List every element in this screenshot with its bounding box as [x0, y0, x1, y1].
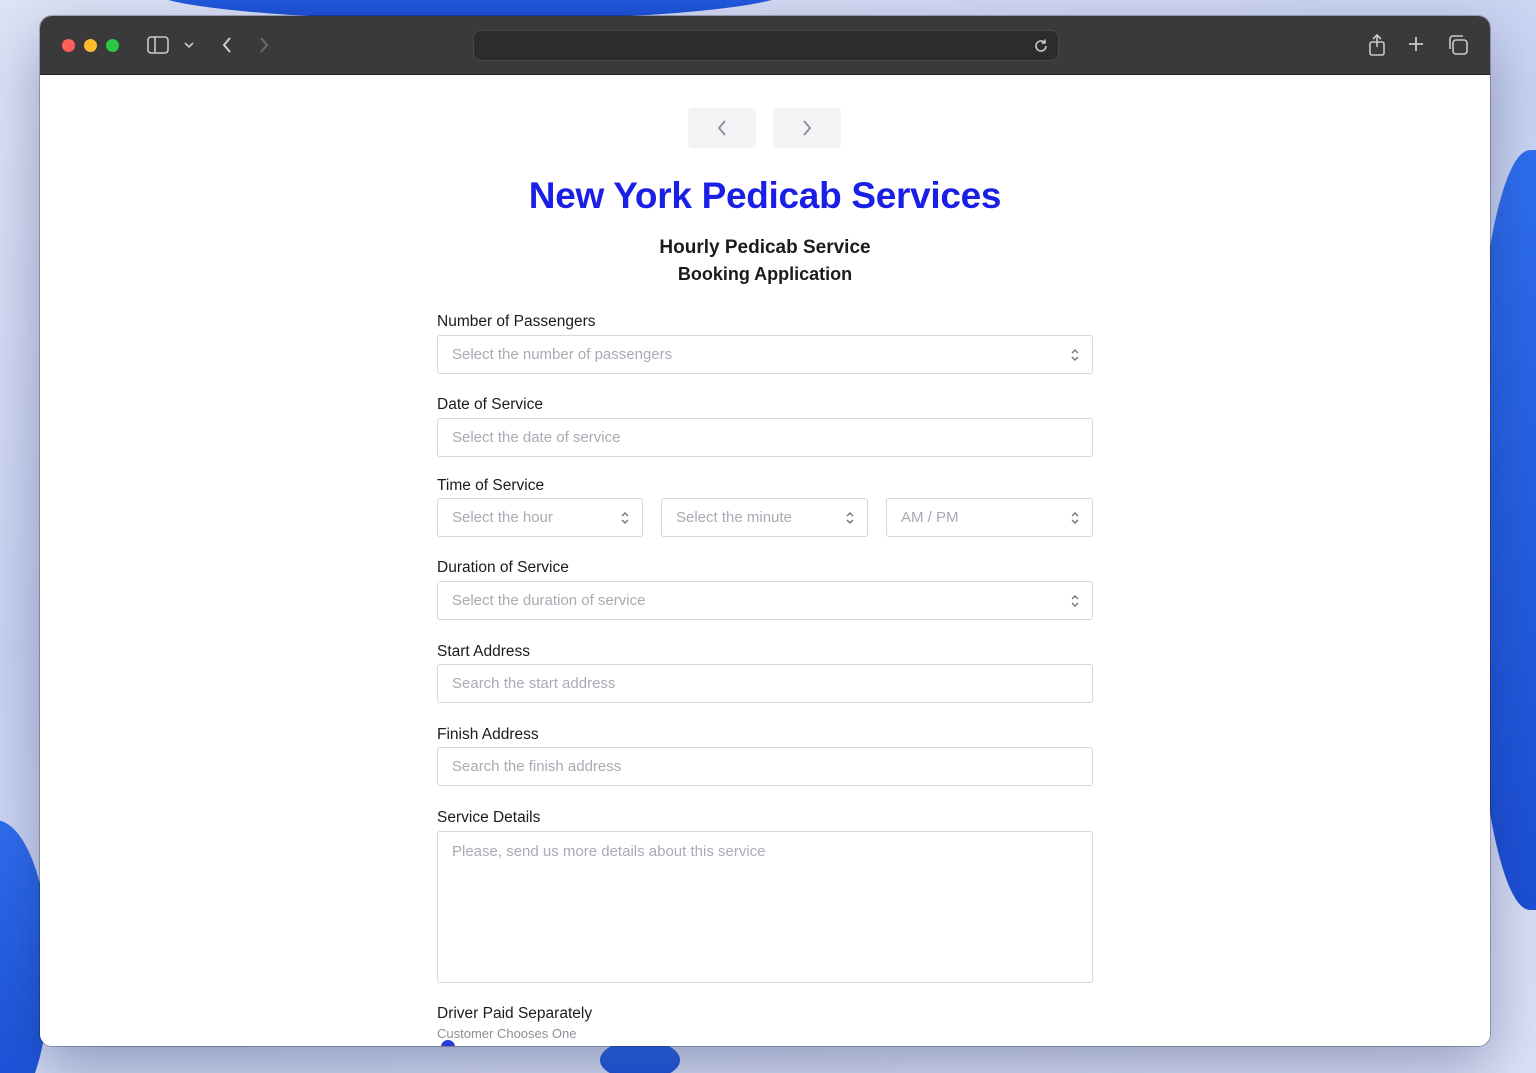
finish-address-placeholder: Search the finish address: [452, 758, 622, 775]
select-chevrons-icon: [1071, 348, 1079, 361]
select-chevrons-icon: [1071, 594, 1079, 607]
date-input[interactable]: Select the date of service: [437, 418, 1093, 457]
ampm-placeholder: AM / PM: [901, 509, 959, 526]
share-icon[interactable]: [1366, 32, 1388, 58]
page-content: New York Pedicab Services Hourly Pedicab…: [40, 75, 1490, 1046]
forward-icon[interactable]: [254, 35, 274, 55]
hour-select[interactable]: Select the hour: [437, 498, 643, 537]
duration-placeholder: Select the duration of service: [452, 592, 646, 609]
page-title: New York Pedicab Services: [528, 175, 1002, 216]
start-address-placeholder: Search the start address: [452, 675, 616, 692]
passengers-label: Number of Passengers: [437, 313, 596, 330]
driver-paid-label: Driver Paid Separately: [437, 1005, 593, 1022]
back-icon[interactable]: [217, 35, 237, 55]
finish-address-label: Finish Address: [437, 726, 539, 743]
prev-page-button[interactable]: [688, 108, 756, 148]
minute-placeholder: Select the minute: [676, 509, 792, 526]
start-address-input[interactable]: Search the start address: [437, 664, 1093, 703]
duration-label: Duration of Service: [437, 559, 569, 576]
start-address-label: Start Address: [437, 643, 531, 660]
plus-icon[interactable]: [1406, 34, 1426, 54]
ampm-select[interactable]: AM / PM: [886, 498, 1093, 537]
date-label: Date of Service: [437, 396, 543, 413]
time-label: Time of Service: [437, 477, 545, 494]
address-bar[interactable]: [473, 30, 1059, 61]
chevron-right-icon: [803, 120, 812, 136]
next-page-button[interactable]: [773, 108, 841, 148]
driver-paid-hint: Customer Chooses One: [437, 1026, 577, 1041]
zoom-window-button[interactable]: [106, 39, 119, 52]
page-subtitle-2: Booking Application: [677, 264, 853, 284]
passengers-select[interactable]: Select the number of passengers: [437, 335, 1093, 374]
service-details-placeholder: Please, send us more details about this …: [452, 843, 766, 860]
select-chevrons-icon: [846, 511, 854, 524]
hour-placeholder: Select the hour: [452, 509, 553, 526]
tabs-overview-icon[interactable]: [1446, 34, 1470, 56]
select-chevrons-icon: [621, 511, 629, 524]
reload-icon[interactable]: [1032, 37, 1050, 55]
chevron-down-icon[interactable]: [182, 38, 196, 52]
service-details-label: Service Details: [437, 809, 541, 826]
browser-window: New York Pedicab Services Hourly Pedicab…: [40, 16, 1490, 1046]
minimize-window-button[interactable]: [84, 39, 97, 52]
page-subtitle: Hourly Pedicab Service: [659, 237, 871, 258]
passengers-placeholder: Select the number of passengers: [452, 346, 673, 363]
select-chevrons-icon: [1071, 511, 1079, 524]
duration-select[interactable]: Select the duration of service: [437, 581, 1093, 620]
minute-select[interactable]: Select the minute: [661, 498, 868, 537]
sidebar-icon[interactable]: [146, 35, 170, 55]
chevron-left-icon: [717, 120, 726, 136]
date-placeholder: Select the date of service: [452, 429, 621, 446]
service-details-textarea[interactable]: Please, send us more details about this …: [437, 831, 1093, 983]
close-window-button[interactable]: [62, 39, 75, 52]
finish-address-input[interactable]: Search the finish address: [437, 747, 1093, 786]
browser-toolbar: [40, 16, 1490, 75]
